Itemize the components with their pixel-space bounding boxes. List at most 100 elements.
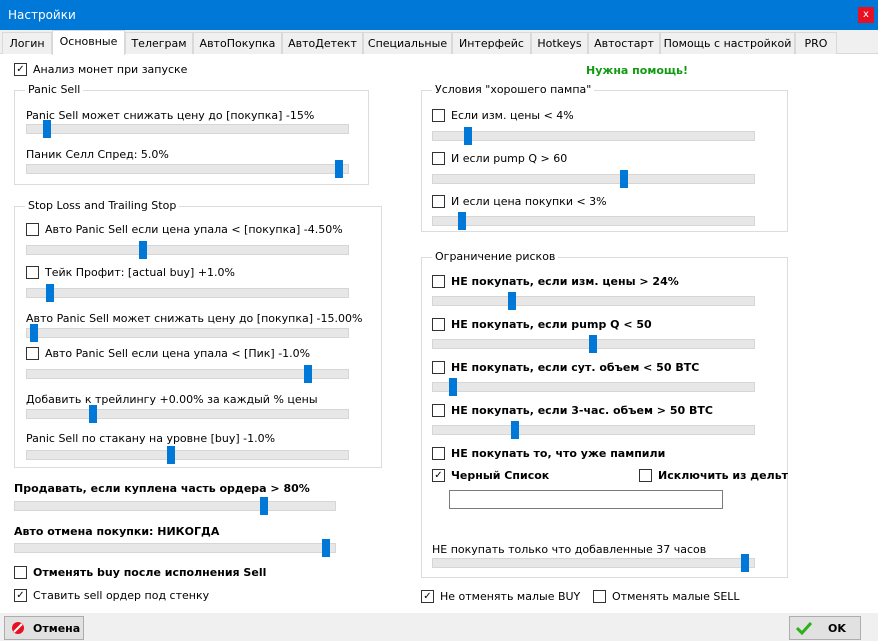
- trailing-slider[interactable]: [26, 405, 349, 423]
- analyze-on-start-checkbox[interactable]: ✓ Анализ монет при запуске: [14, 63, 187, 76]
- exclude-delta-checkbox[interactable]: Исключить из дельт: [639, 469, 788, 482]
- risk-q-slider[interactable]: [432, 335, 755, 353]
- checkbox-box[interactable]: [26, 223, 39, 236]
- checkbox-box[interactable]: [432, 152, 445, 165]
- new-coin-label: НЕ покупать только что добавленные 37 ча…: [432, 543, 707, 556]
- checkbox-box[interactable]: [26, 347, 39, 360]
- checkbox-box[interactable]: [14, 566, 27, 579]
- panic-spread-slider[interactable]: [26, 160, 349, 178]
- close-button[interactable]: x: [858, 7, 874, 23]
- slider-thumb[interactable]: [30, 324, 38, 342]
- sell-part-slider[interactable]: [14, 497, 336, 515]
- tab-interface[interactable]: Интерфейс: [452, 32, 531, 54]
- new-coin-slider[interactable]: [432, 554, 755, 572]
- slider-thumb[interactable]: [46, 284, 54, 302]
- risk-price-slider[interactable]: [432, 292, 755, 310]
- window-title: Настройки: [8, 8, 76, 22]
- slider-thumb[interactable]: [741, 554, 749, 572]
- pump-buy-checkbox[interactable]: И если цена покупки < 3%: [432, 195, 607, 208]
- tab-setup-help[interactable]: Помощь с настройкой: [660, 32, 795, 54]
- risk-volume-checkbox[interactable]: НЕ покупать, если сут. объем < 50 BTC: [432, 361, 699, 374]
- checkbox-box[interactable]: ✓: [421, 590, 434, 603]
- take-profit-slider[interactable]: [26, 284, 349, 302]
- small-buy-checkbox[interactable]: ✓ Не отменять малые BUY: [421, 590, 580, 603]
- book-slider[interactable]: [26, 446, 349, 464]
- sell-part-label: Продавать, если куплена часть ордера > 8…: [14, 482, 310, 495]
- already-pumped-checkbox[interactable]: НЕ покупать то, что уже пампили: [432, 447, 665, 460]
- slider-thumb[interactable]: [335, 160, 343, 178]
- blacklist-checkbox[interactable]: ✓ Черный Список: [432, 469, 549, 482]
- tab-login[interactable]: Логин: [2, 32, 52, 54]
- peak-slider[interactable]: [26, 365, 349, 383]
- slider-thumb[interactable]: [589, 335, 597, 353]
- peak-checkbox[interactable]: Авто Panic Sell если цена упала < [Пик] …: [26, 347, 310, 360]
- slider-thumb[interactable]: [322, 539, 330, 557]
- slider-thumb[interactable]: [167, 446, 175, 464]
- slider-thumb[interactable]: [139, 241, 147, 259]
- risk-price-checkbox[interactable]: НЕ покупать, если изм. цены > 24%: [432, 275, 679, 288]
- blacklist-input[interactable]: [449, 490, 723, 509]
- button-bar: [0, 613, 878, 641]
- risk-q-checkbox[interactable]: НЕ покупать, если pump Q < 50: [432, 318, 652, 331]
- checkbox-box[interactable]: [432, 275, 445, 288]
- tab-hotkeys[interactable]: Hotkeys: [531, 32, 588, 54]
- panic-price-label: Panic Sell может снижать цену до [покупк…: [26, 109, 315, 122]
- slider-thumb[interactable]: [260, 497, 268, 515]
- stoploss-title: Stop Loss and Trailing Stop: [25, 199, 180, 212]
- pump-price-checkbox[interactable]: Если изм. цены < 4%: [432, 109, 574, 122]
- slider-thumb[interactable]: [43, 120, 51, 138]
- checkbox-box[interactable]: [639, 469, 652, 482]
- wall-checkbox[interactable]: ✓ Ставить sell ордер под стенку: [14, 589, 209, 602]
- auto-price-slider[interactable]: [26, 324, 349, 342]
- checkbox-box[interactable]: [593, 590, 606, 603]
- checkbox-box[interactable]: [432, 447, 445, 460]
- tab-main[interactable]: Основные: [52, 30, 125, 55]
- checkbox-box[interactable]: ✓: [14, 589, 27, 602]
- tab-autobuy[interactable]: АвтоПокупка: [193, 32, 282, 54]
- auto-cancel-slider[interactable]: [14, 539, 336, 557]
- slider-thumb[interactable]: [449, 378, 457, 396]
- checkbox-box[interactable]: [432, 109, 445, 122]
- slider-thumb[interactable]: [304, 365, 312, 383]
- slider-thumb[interactable]: [458, 212, 466, 230]
- slider-thumb[interactable]: [620, 170, 628, 188]
- slider-thumb[interactable]: [511, 421, 519, 439]
- risk-3h-volume-checkbox[interactable]: НЕ покупать, если 3-час. объем > 50 BTC: [432, 404, 713, 417]
- take-profit-checkbox[interactable]: Тейк Профит: [actual buy] +1.0%: [26, 266, 235, 279]
- pump-title: Условия "хорошего пампа": [432, 83, 595, 96]
- tab-special[interactable]: Специальные: [363, 32, 452, 54]
- help-link[interactable]: Нужна помощь!: [586, 64, 688, 77]
- pump-q-checkbox[interactable]: И если pump Q > 60: [432, 152, 567, 165]
- pump-price-slider[interactable]: [432, 127, 755, 145]
- pump-q-slider[interactable]: [432, 170, 755, 188]
- small-sell-checkbox[interactable]: Отменять малые SELL: [593, 590, 740, 603]
- cancel-icon: [12, 622, 24, 634]
- risk-title: Ограничение рисков: [432, 250, 559, 263]
- checkbox-box[interactable]: [432, 404, 445, 417]
- ok-button[interactable]: OK: [789, 616, 861, 640]
- tab-autodetect[interactable]: АвтоДетект: [282, 32, 363, 54]
- checkbox-box[interactable]: [432, 361, 445, 374]
- panic-price-slider[interactable]: [26, 120, 349, 138]
- checkbox-box[interactable]: ✓: [14, 63, 27, 76]
- auto-panic-checkbox[interactable]: Авто Panic Sell если цена упала < [покуп…: [26, 223, 343, 236]
- slider-thumb[interactable]: [508, 292, 516, 310]
- checkbox-box[interactable]: ✓: [432, 469, 445, 482]
- slider-thumb[interactable]: [464, 127, 472, 145]
- cancel-buy-checkbox[interactable]: Отменять buy после исполнения Sell: [14, 566, 266, 579]
- slider-thumb[interactable]: [89, 405, 97, 423]
- cancel-button[interactable]: Отмена: [4, 616, 84, 640]
- risk-3h-volume-slider[interactable]: [432, 421, 755, 439]
- checkbox-box[interactable]: [26, 266, 39, 279]
- panic-sell-title: Panic Sell: [25, 83, 84, 96]
- tab-autostart[interactable]: Автостарт: [588, 32, 660, 54]
- auto-cancel-label: Авто отмена покупки: НИКОГДА: [14, 525, 220, 538]
- checkbox-box[interactable]: [432, 195, 445, 208]
- risk-volume-slider[interactable]: [432, 378, 755, 396]
- tab-telegram[interactable]: Телеграм: [125, 32, 193, 54]
- auto-panic-slider[interactable]: [26, 241, 349, 259]
- book-label: Panic Sell по стакану на уровне [buy] -1…: [26, 432, 276, 445]
- checkbox-box[interactable]: [432, 318, 445, 331]
- pump-buy-slider[interactable]: [432, 212, 755, 230]
- tab-pro[interactable]: PRO: [795, 32, 837, 54]
